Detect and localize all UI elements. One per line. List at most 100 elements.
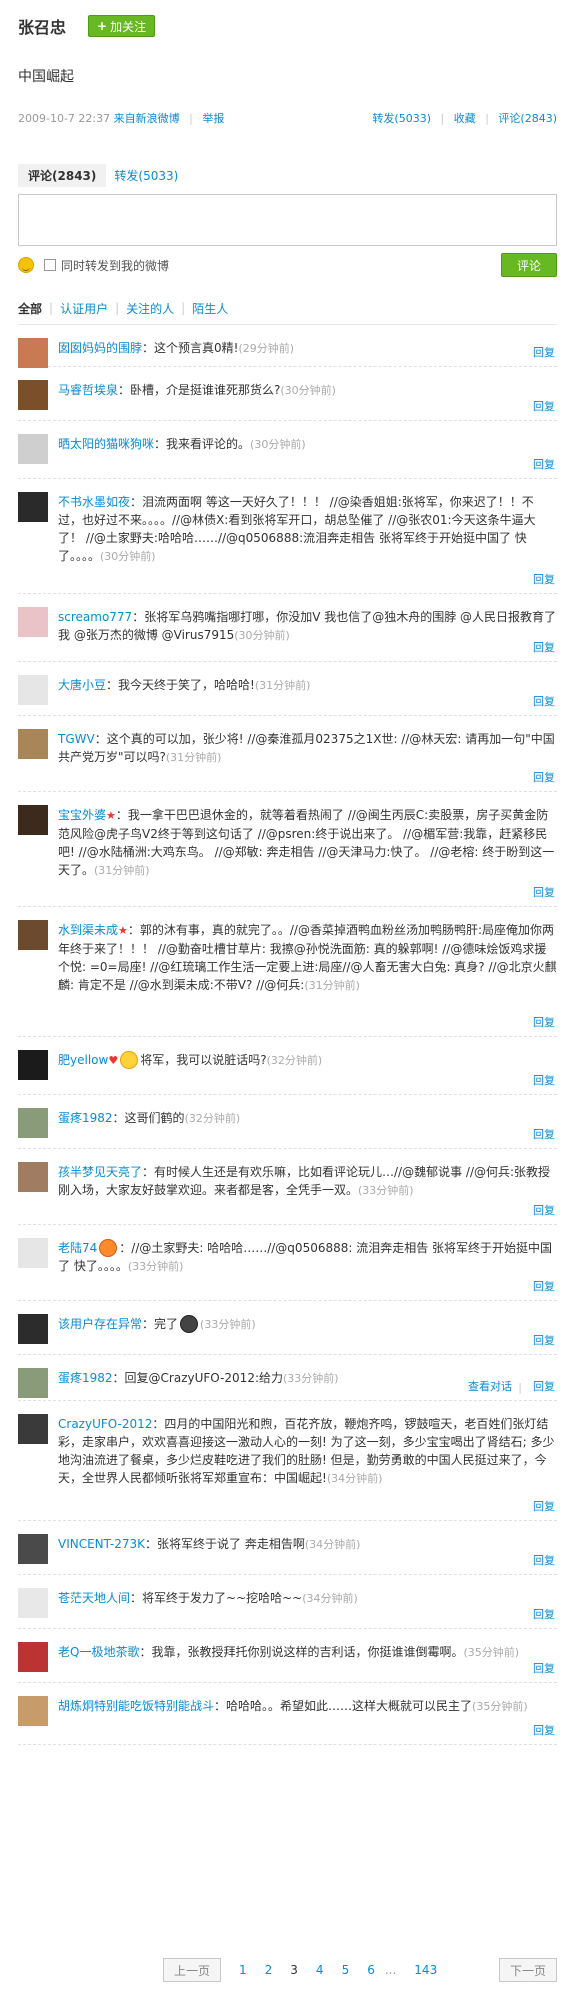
reply-link[interactable]: 回复 <box>533 1722 555 1738</box>
comment-body: ：将军终于发力了~~挖哈哈~~ <box>130 1591 303 1605</box>
comment-item: 该用户存在异常：完了 (33分钟前) 回复 <box>18 1301 557 1355</box>
comment-username[interactable]: 老Q一极地茶歌 <box>58 1645 139 1659</box>
reply-link[interactable]: 回复 <box>533 1332 555 1348</box>
avatar[interactable] <box>18 1050 48 1080</box>
avatar[interactable] <box>18 1238 48 1268</box>
comment-username[interactable]: 孩半梦见天亮了 <box>58 1165 142 1179</box>
avatar[interactable] <box>18 1534 48 1564</box>
comment-body: 将军，我可以说脏话吗? <box>140 1053 267 1067</box>
reply-link[interactable]: 回复 <box>533 1202 555 1218</box>
filter-strangers[interactable]: 陌生人 <box>192 300 228 317</box>
filter-all[interactable]: 全部 <box>18 300 42 317</box>
page-3[interactable]: 3 <box>290 1963 298 1977</box>
post-source-link[interactable]: 来自新浪微博 <box>114 112 180 125</box>
reply-link[interactable]: 回复 <box>533 1014 555 1030</box>
avatar[interactable] <box>18 920 48 950</box>
reply-link[interactable]: 回复 <box>533 1278 555 1294</box>
page-1[interactable]: 1 <box>239 1963 247 1977</box>
comment-username[interactable]: 水到渠未成 <box>58 923 118 937</box>
comment-username[interactable]: 大唐小豆 <box>58 678 106 692</box>
avatar[interactable] <box>18 380 48 410</box>
comment-username[interactable]: screamo777 <box>58 610 132 624</box>
filter-followed[interactable]: 关注的人 <box>126 300 174 317</box>
heart-icon: ♥ <box>108 1054 119 1067</box>
page-6[interactable]: 6 <box>367 1963 375 1977</box>
avatar[interactable] <box>18 434 48 464</box>
comment-username[interactable]: CrazyUFO-2012 <box>58 1417 152 1431</box>
comment-input[interactable] <box>18 194 557 246</box>
comment-text: 囡囡妈妈的围脖：这个预言真0精!(29分钟前) <box>58 325 557 358</box>
page-last[interactable]: 143 <box>414 1963 437 1977</box>
comment-username[interactable]: 蛋疼1982 <box>58 1371 113 1385</box>
avatar[interactable] <box>18 1696 48 1726</box>
reply-link[interactable]: 回复 <box>533 344 555 360</box>
page-4[interactable]: 4 <box>316 1963 324 1977</box>
comment-time: (30分钟前) <box>280 384 336 397</box>
emoji-icon[interactable] <box>18 257 34 273</box>
reply-link[interactable]: 回复 <box>533 884 555 900</box>
comment-username[interactable]: TGWV <box>58 732 95 746</box>
comment-username[interactable]: 马睿哲埃泉 <box>58 383 118 397</box>
avatar[interactable] <box>18 1314 48 1344</box>
reply-link[interactable]: 回复 <box>533 456 555 472</box>
comment-username[interactable]: 该用户存在异常 <box>58 1317 142 1331</box>
reply-link[interactable]: 回复 <box>533 693 555 709</box>
view-conversation-link[interactable]: 查看对话 <box>468 1378 512 1394</box>
avatar[interactable] <box>18 492 48 522</box>
comment-text: 大唐小豆：我今天终于笑了，哈哈哈!(31分钟前) <box>58 662 557 695</box>
comment-username[interactable]: 晒太阳的猫咪狗咪 <box>58 437 154 451</box>
comment-username[interactable]: 肥yellow <box>58 1053 108 1067</box>
reply-link[interactable]: 回复 <box>533 571 555 587</box>
comment-time: (32分钟前) <box>266 1054 323 1067</box>
comment-username[interactable]: VINCENT-273K <box>58 1537 145 1551</box>
reply-link[interactable]: 回复 <box>533 1498 555 1514</box>
comment-username[interactable]: 宝宝外婆 <box>58 808 106 822</box>
submit-comment-button[interactable]: 评论 <box>501 253 557 277</box>
comment-username[interactable]: 胡炼炯特别能吃饭特别能战斗 <box>58 1699 214 1713</box>
comment-username[interactable]: 蛋疼1982 <box>58 1111 113 1125</box>
favorite-link[interactable]: 收藏 <box>454 112 476 125</box>
next-page-button[interactable]: 下一页 <box>499 1958 557 1982</box>
avatar[interactable] <box>18 675 48 705</box>
avatar[interactable] <box>18 1162 48 1192</box>
comment-username[interactable]: 苍茫天地人间 <box>58 1591 130 1605</box>
page-2[interactable]: 2 <box>265 1963 273 1977</box>
repost-link[interactable]: 转发(5033) <box>372 112 431 125</box>
avatar[interactable] <box>18 607 48 637</box>
comment-text: screamo777：张将军乌鸦嘴指哪打哪，你没加V 我也信了@独木舟的围脖 @… <box>58 594 557 645</box>
avatar[interactable] <box>18 1368 48 1398</box>
author-name[interactable]: 张召忠 <box>18 14 66 38</box>
comment-time: (33分钟前) <box>283 1372 339 1385</box>
avatar[interactable] <box>18 805 48 835</box>
avatar[interactable] <box>18 729 48 759</box>
reply-link[interactable]: 回复 <box>533 1606 555 1622</box>
avatar[interactable] <box>18 1588 48 1618</box>
report-link[interactable]: 举报 <box>202 112 224 125</box>
reply-link[interactable]: 回复 <box>533 1072 555 1088</box>
comments-link[interactable]: 评论(2843) <box>498 112 557 125</box>
reply-link[interactable]: 回复 <box>533 398 555 414</box>
reply-link[interactable]: 回复 <box>533 1660 555 1676</box>
avatar[interactable] <box>18 338 48 368</box>
prev-page-button[interactable]: 上一页 <box>163 1958 221 1982</box>
tab-repost[interactable]: 转发(5033) <box>114 167 178 184</box>
reply-link[interactable]: 回复 <box>533 1552 555 1568</box>
filter-verified[interactable]: 认证用户 <box>60 300 108 317</box>
comment-username[interactable]: 囡囡妈妈的围脖 <box>58 341 142 355</box>
comment-username[interactable]: 不书水墨如夜 <box>58 495 130 509</box>
follow-button[interactable]: + 加关注 <box>88 15 156 37</box>
avatar[interactable] <box>18 1642 48 1672</box>
reply-link[interactable]: 回复 <box>533 769 555 785</box>
comment-text: CrazyUFO-2012：四月的中国阳光和煦，百花齐放，鞭炮齐鸣，锣鼓喧天，老… <box>58 1401 557 1488</box>
reply-link[interactable]: 回复 <box>533 1378 555 1394</box>
comment-username[interactable]: 老陆74 <box>58 1241 97 1255</box>
reply-link[interactable]: 回复 <box>533 639 555 655</box>
comment-text: 老陆74 ：//@土家野夫: 哈哈哈……//@q0506888: 流泪奔走相告 张… <box>58 1225 557 1276</box>
also-repost-checkbox[interactable] <box>44 259 56 271</box>
page-5[interactable]: 5 <box>342 1963 350 1977</box>
comment-item: 孩半梦见天亮了：有时候人生还是有欢乐嘛，比如看评论玩儿…//@魏郁说事 //@何… <box>18 1149 557 1225</box>
avatar[interactable] <box>18 1414 48 1444</box>
avatar[interactable] <box>18 1108 48 1138</box>
reply-link[interactable]: 回复 <box>533 1126 555 1142</box>
tab-comment[interactable]: 评论(2843) <box>18 163 107 187</box>
